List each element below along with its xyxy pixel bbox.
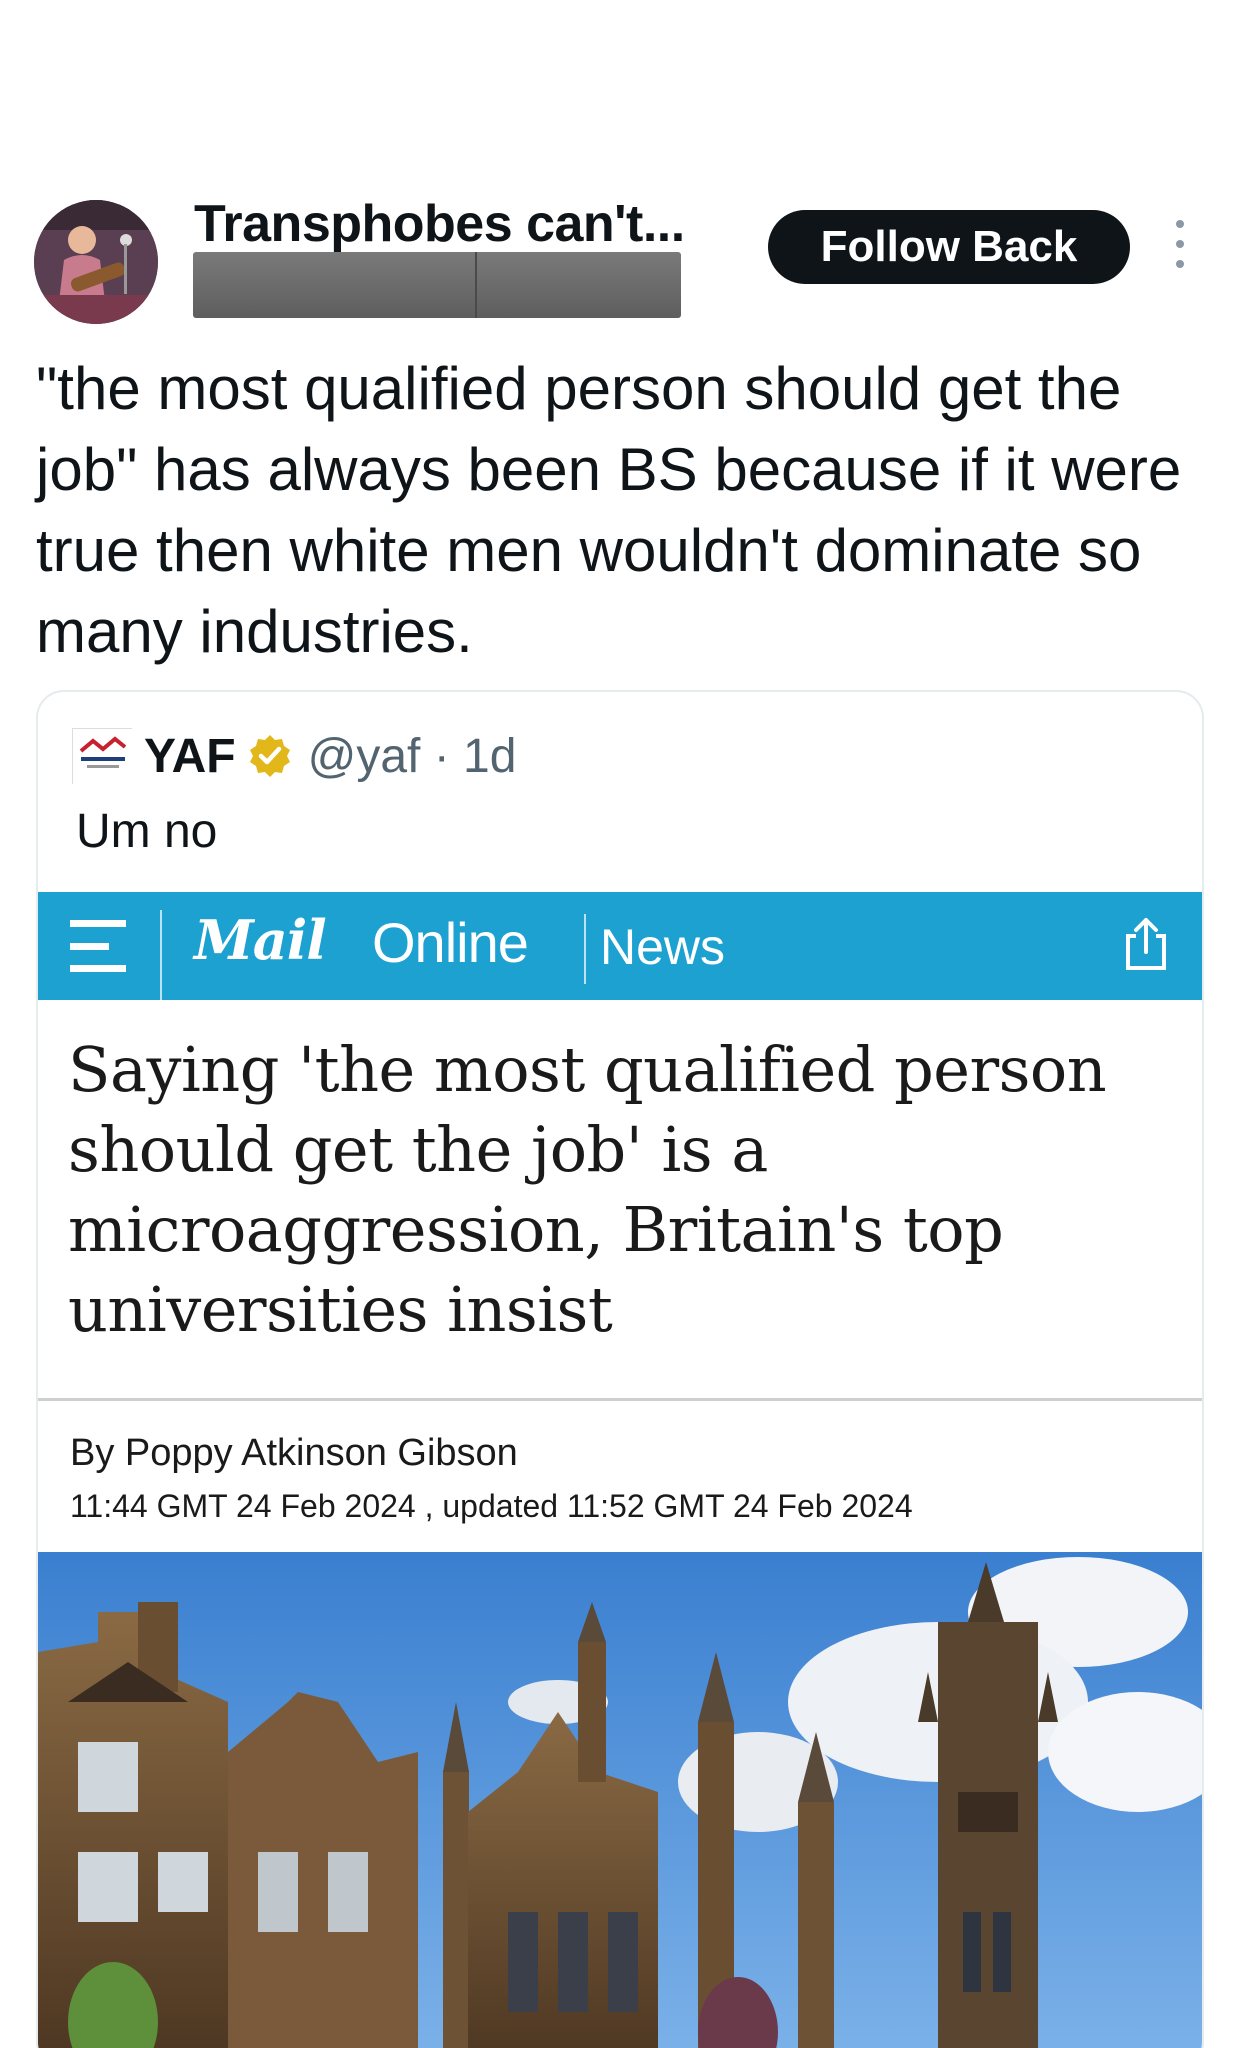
quoted-author-handle[interactable]: @yaf · 1d: [308, 729, 517, 784]
bar-divider: [584, 914, 586, 984]
article-dateline: 11:44 GMT 24 Feb 2024 , updated 11:52 GM…: [70, 1488, 913, 1524]
avatar-image: [34, 200, 158, 324]
mail-logo: Mail: [194, 908, 327, 972]
section-label: News: [600, 919, 726, 975]
quoted-post-card[interactable]: YAF @yaf · 1d Um no Mail Online News Say…: [36, 690, 1204, 2048]
article-byline: By Poppy Atkinson Gibson: [70, 1432, 518, 1474]
display-name[interactable]: Transphobes can't...: [194, 194, 685, 254]
follow-back-button[interactable]: Follow Back: [768, 210, 1130, 284]
divider: [38, 1398, 1202, 1401]
post-text: "the most qualified person should get th…: [36, 355, 1182, 665]
avatar[interactable]: [34, 200, 158, 324]
quoted-post-meta: YAF @yaf · 1d: [72, 726, 516, 786]
more-options-icon[interactable]: [1168, 220, 1192, 268]
post-header: Transphobes can't... Follow Back: [0, 190, 1238, 330]
yaf-avatar[interactable]: [72, 728, 133, 785]
bar-divider: [160, 910, 162, 1000]
redacted-handle: [193, 252, 681, 318]
article-image: [38, 1552, 1202, 2048]
mailonline-header-bar: Mail Online News: [38, 892, 1202, 1000]
share-icon: [1126, 918, 1166, 970]
hamburger-menu-icon: [70, 920, 126, 972]
article-headline: Saying 'the most qualified person should…: [68, 1033, 1107, 1346]
quoted-post-text: Um no: [76, 805, 218, 858]
verified-badge-icon: [249, 735, 290, 777]
online-logo: Online: [372, 911, 529, 974]
quoted-author-name[interactable]: YAF: [144, 729, 236, 784]
